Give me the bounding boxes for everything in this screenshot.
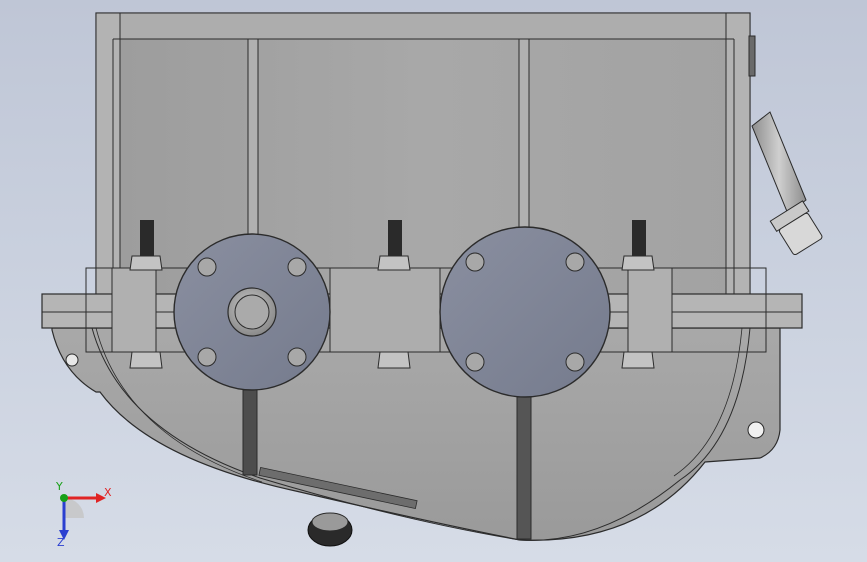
output-shaft-flange[interactable] (439, 226, 611, 398)
lower-housing[interactable] (51, 320, 781, 547)
triad-plane-icon (64, 498, 84, 518)
input-shaft-flange[interactable] (173, 233, 331, 391)
x-axis-label: X (104, 486, 112, 499)
z-axis-label: Z (57, 536, 65, 548)
coordinate-triad: X Y Z (55, 480, 112, 548)
gearbox-model[interactable] (0, 0, 867, 562)
y-axis-label: Y (55, 480, 63, 493)
cad-viewport[interactable]: X Y Z (0, 0, 867, 562)
y-axis-icon (60, 494, 68, 502)
breather-pipe[interactable] (748, 35, 825, 257)
